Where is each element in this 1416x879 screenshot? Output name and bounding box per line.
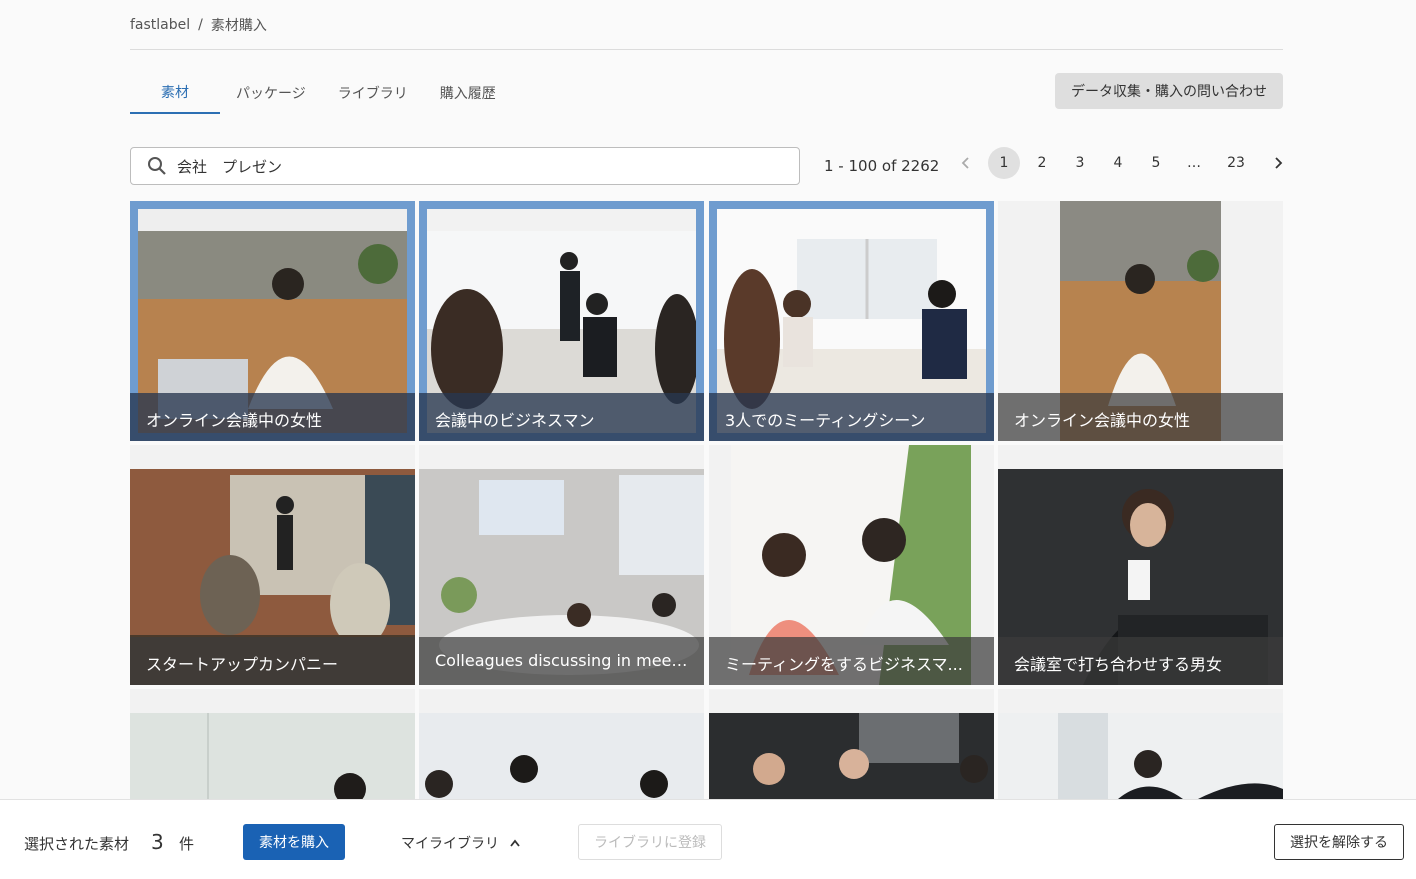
page-4[interactable]: 4 (1102, 147, 1134, 179)
photo-image (419, 689, 704, 799)
tab-library[interactable]: ライブラリ (322, 72, 424, 114)
tabs-row: 素材 パッケージ ライブラリ 購入履歴 データ収集・購入の問い合わせ (130, 72, 1283, 136)
buy-button[interactable]: 素材を購入 (243, 824, 345, 860)
selection-footer: 選択された素材 3 件 素材を購入 マイライブラリ ライブラリに登録 選択を解除… (0, 799, 1416, 879)
tab-list: 素材 パッケージ ライブラリ 購入履歴 (130, 72, 512, 114)
photo-caption: ミーティングをするビジネスマ... (709, 637, 994, 685)
photo-card[interactable]: 会議室で打ち合わせする男女 (998, 445, 1283, 685)
search-icon (148, 157, 166, 175)
search-input[interactable] (177, 157, 757, 175)
photo-card[interactable]: 会議中のビジネスマン (419, 201, 704, 441)
photo-card[interactable]: スタートアップカンパニー (130, 445, 415, 685)
page-5[interactable]: 5 (1140, 147, 1172, 179)
results-range: 1 - 100 of 2262 (824, 157, 940, 175)
photo-card[interactable] (419, 689, 704, 799)
photo-card[interactable] (998, 689, 1283, 799)
photo-card[interactable]: Colleagues discussing in meetin... (419, 445, 704, 685)
selected-label: 選択された素材 (24, 835, 130, 853)
my-library-toggle[interactable]: マイライブラリ (401, 833, 521, 853)
photo-image (709, 689, 994, 799)
register-library-button[interactable]: ライブラリに登録 (578, 824, 722, 860)
photo-image (998, 689, 1283, 799)
chevron-up-icon (510, 839, 520, 847)
main-container: fastlabel / 素材購入 素材 パッケージ ライブラリ 購入履歴 データ… (130, 0, 1283, 799)
inquiry-button[interactable]: データ収集・購入の問い合わせ (1055, 73, 1283, 109)
photo-image (130, 689, 415, 799)
selected-count: 3 (151, 830, 164, 854)
tab-purchase-history[interactable]: 購入履歴 (424, 72, 512, 114)
chevron-right-icon[interactable] (1262, 147, 1294, 179)
photo-caption: 会議中のビジネスマン (419, 393, 704, 441)
photo-card[interactable] (709, 689, 994, 799)
breadcrumb-current: 素材購入 (210, 17, 267, 34)
breadcrumb-separator: / (198, 16, 203, 33)
photo-card[interactable]: オンライン会議中の女性 (130, 201, 415, 441)
pagination: 1 2 3 4 5 … 23 (950, 147, 1300, 179)
photo-caption: 3人でのミーティングシーン (709, 393, 994, 441)
photo-caption: オンライン会議中の女性 (130, 393, 415, 441)
my-library-label: マイライブラリ (401, 836, 499, 852)
search-row: 1 - 100 of 2262 1 2 3 4 5 … 23 (130, 147, 1283, 185)
search-box[interactable] (130, 147, 800, 185)
tab-packages[interactable]: パッケージ (220, 72, 322, 114)
photo-caption: オンライン会議中の女性 (998, 393, 1283, 441)
page-3[interactable]: 3 (1064, 147, 1096, 179)
photo-card[interactable]: 3人でのミーティングシーン (709, 201, 994, 441)
page-ellipsis: … (1187, 155, 1201, 171)
breadcrumb-root[interactable]: fastlabel (130, 17, 190, 33)
page-1[interactable]: 1 (988, 147, 1020, 179)
photo-card[interactable]: オンライン会議中の女性 (998, 201, 1283, 441)
photo-caption: 会議室で打ち合わせする男女 (998, 637, 1283, 685)
photo-card[interactable] (130, 689, 415, 799)
page-2[interactable]: 2 (1026, 147, 1058, 179)
clear-selection-button[interactable]: 選択を解除する (1274, 824, 1404, 860)
breadcrumb: fastlabel / 素材購入 (130, 0, 1283, 50)
photo-caption: スタートアップカンパニー (130, 637, 415, 685)
photo-caption: Colleagues discussing in meetin... (419, 637, 704, 685)
photo-card[interactable]: ミーティングをするビジネスマ... (709, 445, 994, 685)
page-23[interactable]: 23 (1216, 147, 1256, 179)
selected-unit: 件 (179, 835, 195, 853)
tab-materials[interactable]: 素材 (130, 72, 220, 114)
chevron-left-icon[interactable] (950, 147, 982, 179)
